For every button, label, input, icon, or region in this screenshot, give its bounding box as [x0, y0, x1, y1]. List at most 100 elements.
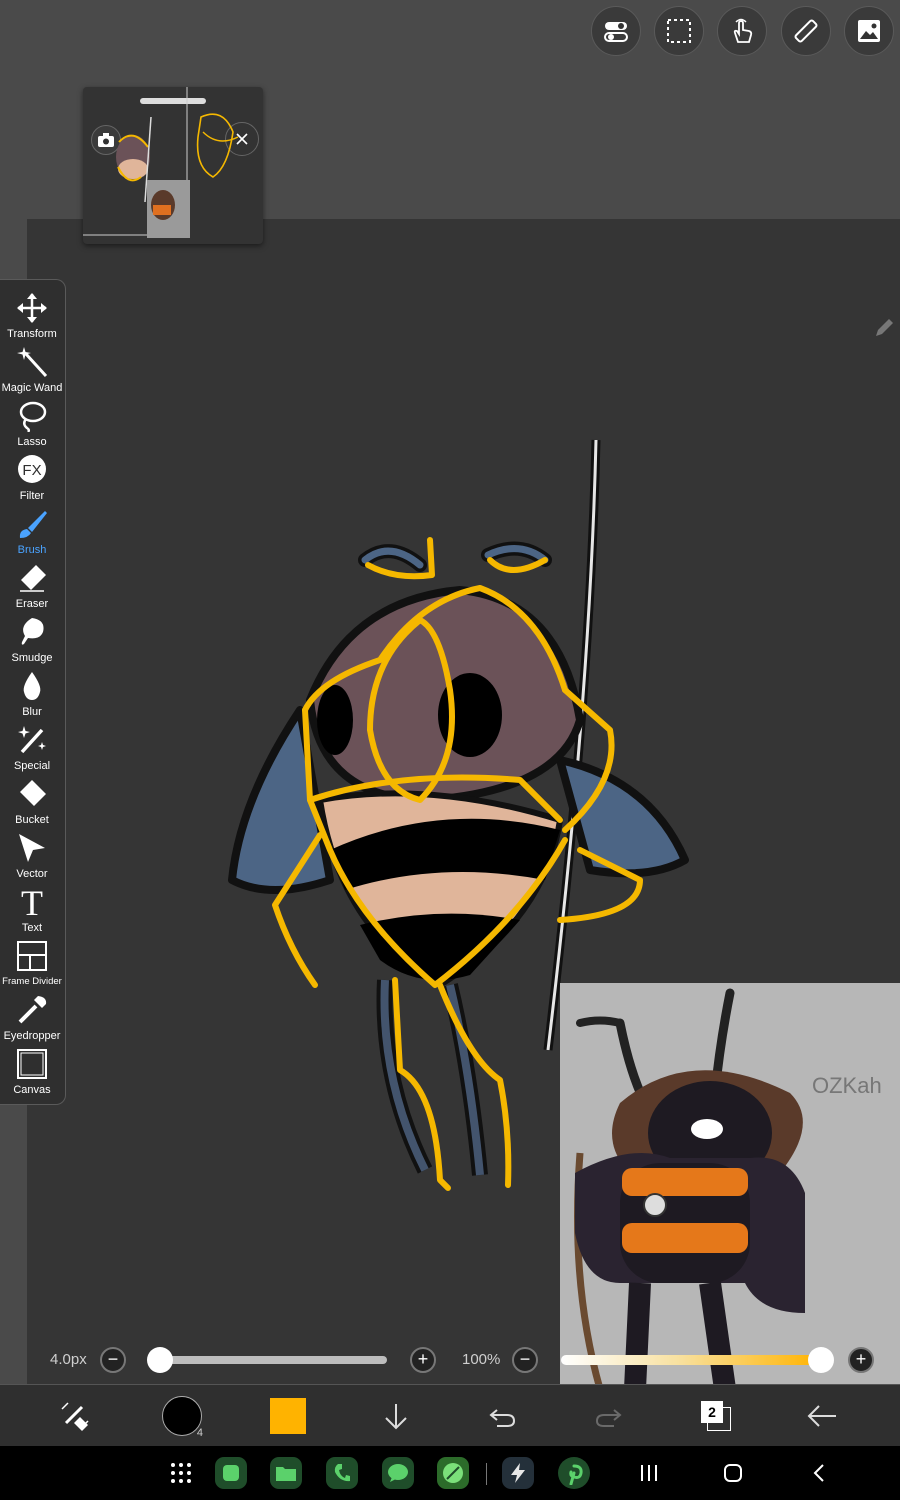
quick-tools-button[interactable] — [53, 1395, 97, 1437]
tool-label: Magic Wand — [1, 382, 63, 394]
app-recent-shortcut[interactable] — [502, 1457, 534, 1489]
tool-eyedropper[interactable]: Eyedropper — [0, 994, 64, 1048]
opacity-increase-button[interactable]: + — [848, 1347, 874, 1373]
signature-text: OZKah — [812, 1073, 882, 1098]
tool-vector[interactable]: Vector — [0, 832, 64, 886]
vector-icon — [19, 834, 45, 862]
tool-magic-wand[interactable]: Magic Wand — [0, 346, 64, 400]
tool-brush[interactable]: Brush — [0, 508, 64, 562]
transform-icon — [17, 293, 47, 323]
app-drawer-button[interactable] — [170, 1462, 192, 1484]
dock-divider — [486, 1463, 487, 1485]
tool-label: Special — [13, 760, 51, 772]
magic-wand-icon — [17, 347, 48, 378]
navigator-panel[interactable] — [83, 87, 263, 244]
tool-blur[interactable]: Blur — [0, 670, 64, 724]
download-button[interactable] — [374, 1395, 418, 1437]
tool-label: Frame Divider — [2, 976, 62, 987]
redo-icon — [595, 1409, 622, 1427]
brush-size-slider-thumb[interactable] — [147, 1347, 173, 1373]
tool-canvas[interactable]: Canvas — [0, 1048, 64, 1102]
arrow-down-icon — [385, 1404, 407, 1430]
tool-label: Blur — [22, 706, 42, 718]
bottom-toolbar: 4 2 — [0, 1384, 900, 1447]
app-pinterest-shortcut[interactable] — [558, 1457, 590, 1489]
tool-label: Eraser — [15, 598, 49, 610]
tool-label: Eyedropper — [3, 1030, 61, 1042]
system-back-button[interactable] — [808, 1462, 830, 1484]
back-button[interactable] — [800, 1395, 844, 1437]
current-color-swatch — [270, 1398, 306, 1434]
phone-app-icon — [334, 1464, 350, 1482]
filter-icon: FX — [18, 455, 46, 483]
tool-filter[interactable]: FX Filter — [0, 454, 64, 508]
navigator-thumbnail — [83, 87, 239, 238]
tool-bucket[interactable]: Bucket — [0, 778, 64, 832]
color-picker-button[interactable] — [266, 1395, 310, 1437]
frame-divider-icon — [17, 941, 47, 971]
brush-size-increase-button[interactable]: + — [410, 1347, 436, 1373]
bucket-icon — [20, 780, 46, 806]
tool-label: Transform — [7, 328, 57, 340]
brush-icon — [19, 511, 47, 538]
system-nav-bar — [0, 1446, 900, 1500]
eraser-icon — [20, 565, 46, 592]
app-phone-shortcut[interactable] — [326, 1457, 358, 1489]
notes-app-icon — [223, 1465, 239, 1481]
tool-smudge[interactable]: Smudge — [0, 616, 64, 670]
home-button[interactable] — [722, 1462, 744, 1484]
layers-icon: 2 — [701, 1401, 731, 1431]
undo-icon — [489, 1409, 516, 1427]
layers-button[interactable]: 2 — [694, 1395, 738, 1437]
grid-dots-icon — [171, 1463, 191, 1483]
reference-window[interactable]: OZKah — [560, 983, 900, 1389]
brush-size-label: 4.0px — [50, 1351, 87, 1368]
opacity-label: 100% — [462, 1351, 501, 1368]
tool-label: Brush — [17, 544, 47, 556]
tool-text[interactable]: T Text — [0, 886, 64, 940]
brush-size-slider[interactable] — [147, 1347, 387, 1373]
brush-preview-circle: 4 — [162, 1396, 203, 1439]
tool-label: Bucket — [15, 814, 49, 826]
message-app-icon — [388, 1464, 408, 1482]
brush-size-badge: 4 — [196, 1427, 203, 1439]
tool-label: Text — [21, 922, 43, 934]
recents-button[interactable] — [638, 1463, 660, 1483]
opacity-decrease-button[interactable]: − — [512, 1347, 538, 1373]
tool-panel: Transform Magic Wand Lasso FX Filter Bru… — [0, 279, 66, 1105]
opacity-slider-thumb[interactable] — [808, 1347, 834, 1373]
special-icon — [18, 726, 46, 754]
brush-eraser-swap-icon — [61, 1402, 89, 1431]
brush-size-decrease-button[interactable]: − — [100, 1347, 126, 1373]
app-notes-shortcut[interactable] — [215, 1457, 247, 1489]
app-files-shortcut[interactable] — [270, 1457, 302, 1489]
tool-label: Canvas — [13, 1084, 51, 1096]
smudge-icon — [21, 618, 44, 645]
recents-icon — [641, 1465, 657, 1481]
text-icon: T — [21, 886, 43, 918]
app-browser-shortcut[interactable] — [437, 1457, 469, 1489]
leaf-app-icon — [443, 1463, 463, 1483]
home-icon — [724, 1464, 742, 1482]
lightning-app-icon — [511, 1463, 525, 1483]
canvas-icon — [17, 1049, 47, 1079]
lasso-icon — [19, 401, 47, 432]
tool-frame-divider[interactable]: Frame Divider — [0, 940, 64, 994]
edit-pencil-icon[interactable] — [872, 316, 896, 340]
redo-button[interactable] — [587, 1395, 631, 1437]
opacity-slider[interactable] — [561, 1347, 834, 1373]
arrow-left-icon — [807, 1405, 836, 1427]
text-glyph: T — [21, 886, 43, 918]
tool-label: Lasso — [17, 436, 47, 448]
folder-app-icon — [276, 1467, 296, 1481]
tool-lasso[interactable]: Lasso — [0, 400, 64, 454]
tool-eraser[interactable]: Eraser — [0, 562, 64, 616]
tool-label: Vector — [16, 868, 48, 880]
undo-button[interactable] — [480, 1395, 524, 1437]
tool-label: Filter — [19, 490, 45, 502]
tool-special[interactable]: Special — [0, 724, 64, 778]
tool-transform[interactable]: Transform — [0, 292, 64, 346]
pinterest-app-icon — [569, 1464, 583, 1485]
brush-preview-button[interactable]: 4 — [160, 1395, 204, 1439]
app-messages-shortcut[interactable] — [382, 1457, 414, 1489]
